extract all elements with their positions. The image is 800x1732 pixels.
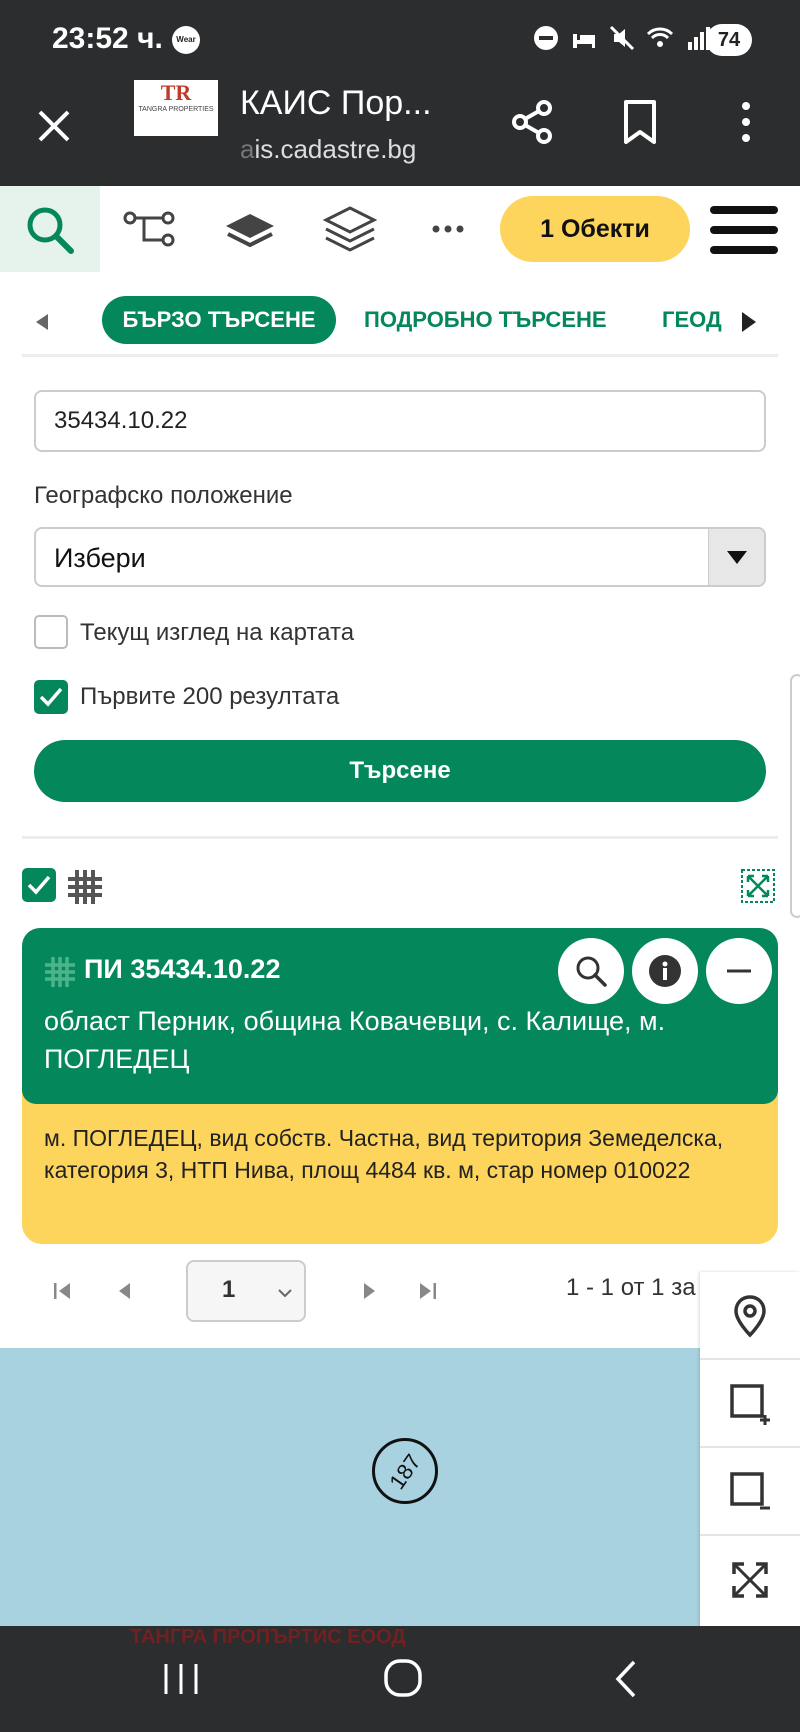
status-time: 23:52 ч. [52,22,163,55]
search-input[interactable] [34,390,766,452]
route-icon[interactable] [122,204,178,254]
scrollbar[interactable] [790,674,800,918]
result-info-button[interactable] [632,938,698,1004]
menu-icon[interactable] [710,206,778,254]
next-page-icon[interactable] [358,1280,380,1302]
status-icons [532,24,712,52]
search-icon [27,207,74,254]
page-select[interactable]: 1 [186,1260,306,1322]
map-parcel-number: 187 [383,1449,426,1494]
result-address: област Перник, община Ковачевци, с. Кали… [44,1006,666,1074]
site-logo: TR TANGRA PROPERTIES [134,80,218,136]
result-description: м. ПОГЛЕДЕЦ, вид собств. Частна, вид тер… [44,1125,724,1183]
system-nav-bar: ТАНГРА ПРОПЪРТИС ЕООД [0,1626,800,1732]
bookmark-icon[interactable] [618,98,662,146]
url-text: is.cadastre.bg [254,134,417,164]
dnd-icon [534,26,558,50]
result-card[interactable]: ПИ 35434.10.22 област Перник, община Ков… [22,928,778,1104]
first-page-icon[interactable] [52,1280,74,1302]
wear-icon: Wear [172,26,200,54]
layers-icon[interactable] [322,204,378,254]
result-zoom-button[interactable] [558,938,624,1004]
geo-select-value: Избери [54,543,146,573]
tab-quick-search[interactable]: БЪРЗО ТЪРСЕНЕ [102,296,336,344]
watermark-text: ТАНГРА ПРОПЪРТИС ЕООД [130,1626,406,1648]
mute-icon [609,25,635,51]
page-title: КАИС Пор... [240,84,432,122]
objects-button[interactable]: 1 Обекти [500,196,690,262]
search-button[interactable]: Търсене [34,740,766,802]
parcel-grid-icon [45,957,75,987]
select-dropdown-button[interactable] [708,529,764,585]
browser-bar: TR TANGRA PROPERTIES КАИС Пор... ais.cad… [0,80,800,186]
current-view-checkbox[interactable] [34,615,68,649]
select-all-checkbox[interactable] [22,868,56,902]
more-vert-icon[interactable] [730,98,762,146]
check-icon [27,875,51,895]
battery-indicator: 74 [706,24,752,56]
status-bar: 23:52 ч. Wear 74 [0,0,800,80]
first200-checkbox[interactable] [34,680,68,714]
result-remove-button[interactable] [706,938,772,1004]
select-add-icon [730,1384,770,1425]
map-side-tools [700,1272,800,1626]
info-icon [649,955,681,987]
search-tabs: БЪРЗО ТЪРСЕНЕ ПОДРОБНО ТЪРСЕНЕ ГЕОД [22,290,778,356]
current-view-label: Текущ изглед на картата [80,619,355,646]
tabs-scroll-right-icon[interactable] [742,312,756,332]
tab-geo[interactable]: ГЕОД [662,296,726,344]
geo-location-label: Географско положение [34,482,293,509]
search-tool-button[interactable] [0,186,100,272]
prev-page-icon[interactable] [114,1280,136,1302]
parcel-grid-icon[interactable] [66,868,104,906]
first200-label: Първите 200 резултата [80,683,340,710]
result-details: м. ПОГЛЕДЕЦ, вид собств. Частна, вид тер… [22,1084,778,1244]
pagination-info: 1 - 1 от 1 за [566,1274,696,1301]
sleep-icon [573,34,595,48]
check-icon [39,687,63,707]
caret-down-icon [727,551,747,564]
fullscreen-button[interactable] [700,1536,800,1624]
wifi-icon [646,27,674,47]
search-icon [576,956,607,987]
url-faded-part: a [240,134,255,164]
chevron-down-icon [278,1289,292,1298]
geo-location-select[interactable]: Избери [34,527,766,587]
locate-button[interactable] [700,1272,800,1360]
home-icon[interactable] [378,1656,428,1702]
logo-text: TANGRA PROPERTIES [138,106,214,113]
fullscreen-icon [732,1562,768,1598]
back-icon[interactable] [604,1656,654,1702]
add-selection-button[interactable] [700,1360,800,1448]
layer-icon[interactable] [222,204,278,254]
map-toolbar: 1 Обекти [0,186,800,272]
last-page-icon[interactable] [416,1280,438,1302]
select-remove-icon [730,1472,770,1510]
page-number: 1 [222,1276,236,1303]
result-title: ПИ 35434.10.22 [84,954,281,984]
minus-icon [727,969,751,973]
divider [22,354,778,357]
page-url: ais.cadastre.bg [240,134,416,165]
divider [22,836,778,839]
logo-initials: TR [160,80,192,105]
recent-apps-icon[interactable] [156,1656,206,1702]
tabs-scroll-left-icon[interactable] [36,314,48,330]
remove-selection-button[interactable] [700,1448,800,1536]
more-horiz-icon[interactable] [420,204,476,254]
tab-detailed-search[interactable]: ПОДРОБНО ТЪРСЕНЕ [364,296,607,344]
zoom-to-results-icon[interactable] [740,868,776,904]
map-parcel-label: 187 [372,1438,438,1504]
close-icon[interactable] [30,102,78,150]
location-pin-icon [734,1295,766,1338]
share-icon[interactable] [508,98,556,146]
